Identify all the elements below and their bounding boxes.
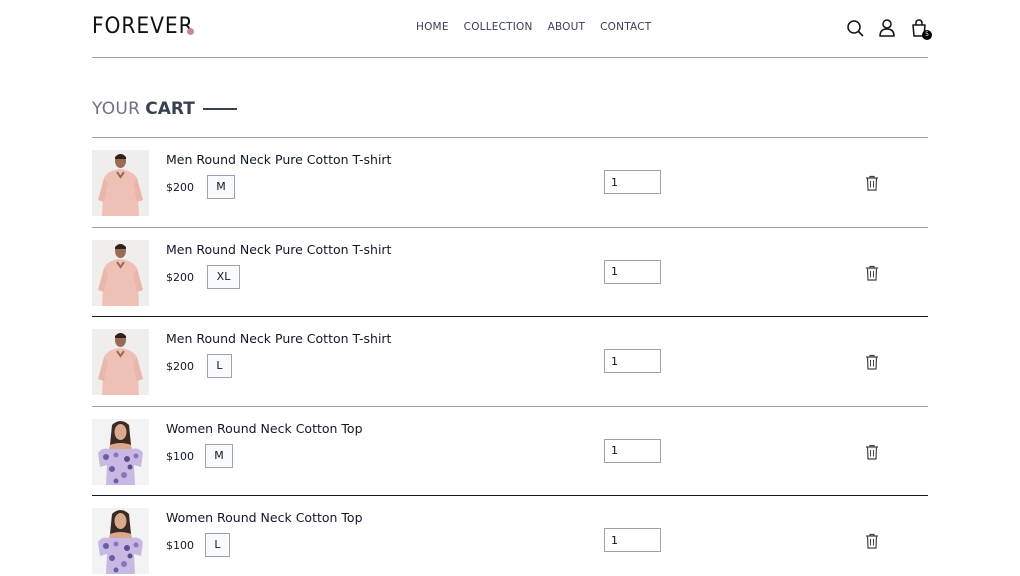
nav-about[interactable]: ABOUT xyxy=(548,21,586,33)
title-main: CART xyxy=(145,99,195,119)
quantity-input[interactable] xyxy=(604,259,661,284)
quantity-input[interactable] xyxy=(604,349,661,373)
product-price: $200 xyxy=(166,270,194,284)
nav-contact[interactable]: CONTACT xyxy=(600,21,651,33)
cart-count-badge: 5 xyxy=(922,30,932,40)
trash-icon[interactable] xyxy=(865,175,879,191)
product-price: $200 xyxy=(166,181,194,194)
product-price: $100 xyxy=(166,449,194,463)
search-icon[interactable] xyxy=(846,18,864,38)
product-image xyxy=(92,418,149,485)
trash-icon[interactable] xyxy=(865,265,879,281)
size-badge: L xyxy=(207,354,232,378)
trash-icon[interactable] xyxy=(865,354,879,370)
trash-icon[interactable] xyxy=(865,533,879,549)
page-title: YOUR CART xyxy=(92,99,237,119)
title-underline xyxy=(202,108,237,110)
quantity-input[interactable] xyxy=(604,170,661,194)
product-image xyxy=(92,329,149,395)
nav-collection[interactable]: COLLECTION xyxy=(464,21,533,33)
product-image xyxy=(92,150,149,216)
cart-item: Men Round Neck Pure Cotton T-shirt $200 … xyxy=(92,226,928,317)
product-name[interactable]: Men Round Neck Pure Cotton T-shirt xyxy=(166,152,391,167)
product-image xyxy=(92,239,149,306)
product-name[interactable]: Women Round Neck Cotton Top xyxy=(166,510,363,525)
cart-item: Men Round Neck Pure Cotton T-shirt $200 … xyxy=(92,316,928,406)
cart-list: Men Round Neck Pure Cotton T-shirt $200 … xyxy=(92,137,928,576)
size-badge: XL xyxy=(207,264,240,289)
quantity-input[interactable] xyxy=(604,528,661,552)
trash-icon[interactable] xyxy=(865,444,879,460)
cart-item: Men Round Neck Pure Cotton T-shirt $200 … xyxy=(92,137,928,227)
shopping-bag-icon[interactable]: 5 xyxy=(910,18,932,40)
product-image xyxy=(92,508,149,574)
quantity-input[interactable] xyxy=(604,438,661,463)
cart-item: Women Round Neck Cotton Top $100 M xyxy=(92,405,928,496)
size-badge: L xyxy=(205,533,230,557)
product-name[interactable]: Women Round Neck Cotton Top xyxy=(166,421,363,436)
size-badge: M xyxy=(205,443,233,468)
site-header: FOREVER HOME COLLECTION ABOUT CONTACT 5 xyxy=(92,0,932,58)
title-prefix: YOUR xyxy=(92,99,141,119)
logo-dot xyxy=(187,28,194,35)
user-icon[interactable] xyxy=(878,18,896,38)
product-name[interactable]: Men Round Neck Pure Cotton T-shirt xyxy=(166,331,391,346)
brand-logo[interactable]: FOREVER xyxy=(92,14,194,40)
cart-item: Women Round Neck Cotton Top $100 L xyxy=(92,495,928,576)
main-nav: HOME COLLECTION ABOUT CONTACT xyxy=(416,21,651,33)
product-price: $100 xyxy=(166,539,194,552)
product-name[interactable]: Men Round Neck Pure Cotton T-shirt xyxy=(166,242,391,257)
header-icons: 5 xyxy=(846,18,932,40)
size-badge: M xyxy=(207,175,235,199)
product-price: $200 xyxy=(166,360,194,373)
nav-home[interactable]: HOME xyxy=(416,21,449,33)
